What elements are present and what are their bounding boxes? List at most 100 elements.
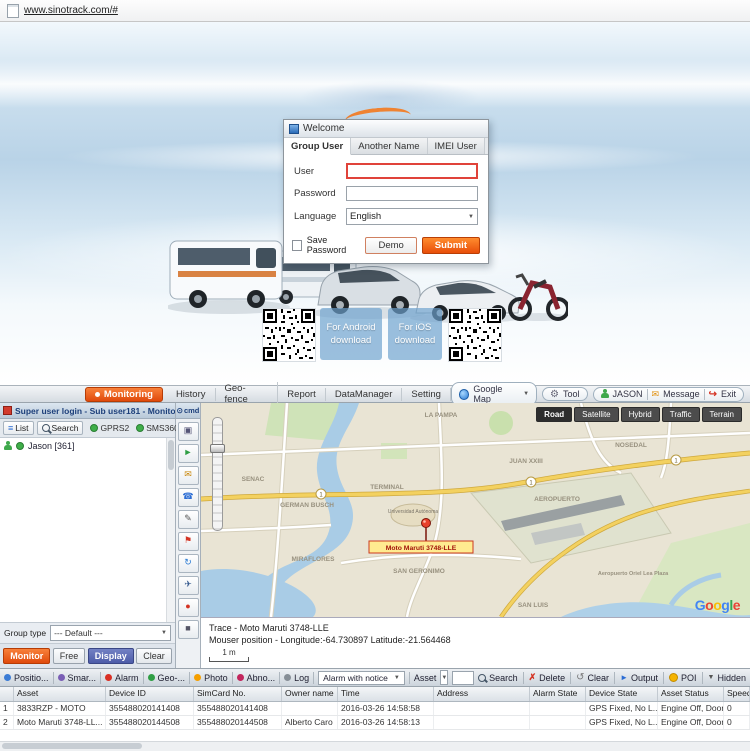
demo-button[interactable]: Demo	[365, 237, 416, 254]
exit-button[interactable]: Exit	[721, 389, 736, 399]
col-alarm-state[interactable]: Alarm State	[530, 687, 586, 701]
display-button[interactable]: Display	[88, 648, 134, 664]
map-canvas[interactable]: 1 1 1 LA PAMPA NOSEDAL JUAN XXIII SENAC …	[201, 403, 750, 618]
cmd-call-button[interactable]: ☎	[178, 488, 199, 507]
user-field[interactable]	[346, 163, 478, 179]
trace-line1: Trace - Moto Maruti 3748-LLE	[209, 622, 750, 634]
monitor-button[interactable]: Monitor	[3, 648, 50, 664]
horizontal-scrollbar-thumb[interactable]	[2, 743, 142, 749]
map-btn-hybrid[interactable]: Hybrid	[621, 407, 660, 422]
tab-alarm[interactable]: Alarm	[105, 673, 139, 683]
cmd-refresh-button[interactable]: ↻	[178, 554, 199, 573]
url-text[interactable]: www.sinotrack.com/#	[24, 5, 118, 16]
col-device-id[interactable]: Device ID	[106, 687, 194, 701]
gprs-status-icon	[90, 424, 98, 432]
tab-position[interactable]: Positio...	[4, 673, 49, 683]
cmd-flag-button[interactable]: ⚑	[178, 532, 199, 551]
cmd-stop-button[interactable]: ■	[178, 620, 199, 639]
alarm-icon	[105, 674, 112, 681]
zoom-slider-knob[interactable]	[210, 444, 225, 453]
alarm-notice-select[interactable]: Alarm with notice ▼	[318, 671, 405, 685]
dialog-title: Welcome	[303, 123, 345, 134]
trace-line2: Mouser position - Longitude:-64.730897 L…	[209, 634, 750, 646]
asset-filter-input[interactable]	[452, 671, 474, 685]
ios-download-button[interactable]: For iOS download	[388, 308, 442, 360]
output-button[interactable]: ►Output	[620, 673, 658, 683]
zoom-slider[interactable]	[212, 417, 223, 531]
asset-filter-select[interactable]: ▼	[440, 670, 448, 685]
tree-item-user[interactable]: Jason [361]	[0, 438, 175, 454]
tab-monitoring[interactable]: Monitoring	[85, 387, 163, 402]
map-btn-terrain[interactable]: Terrain	[702, 407, 742, 422]
delete-icon: ✗	[529, 672, 537, 683]
col-asset[interactable]: Asset	[14, 687, 106, 701]
divider	[704, 389, 705, 400]
group-type-select[interactable]: --- Default --- ▼	[50, 625, 171, 641]
tab-photo[interactable]: Photo	[194, 673, 228, 683]
col-num[interactable]	[0, 687, 14, 701]
col-address[interactable]: Address	[434, 687, 530, 701]
divider	[702, 672, 703, 684]
alarm-notice-value: Alarm with notice	[323, 673, 388, 683]
map-btn-traffic[interactable]: Traffic	[662, 407, 700, 422]
tab-setting[interactable]: Setting	[402, 388, 451, 401]
delete-button[interactable]: ✗Delete	[529, 672, 566, 683]
search-button[interactable]: Search	[478, 673, 518, 683]
poi-button[interactable]: POI	[669, 673, 697, 683]
table-row[interactable]: 1 3833RZP - MOTO 355488020141408 3554880…	[0, 702, 750, 716]
map-graphic: 1 1 1 LA PAMPA NOSEDAL JUAN XXIII SENAC …	[201, 403, 750, 617]
tab-another-name[interactable]: Another Name	[351, 138, 427, 154]
col-owner[interactable]: Owner name	[282, 687, 338, 701]
divider	[53, 672, 54, 684]
tab-log[interactable]: Log	[284, 673, 309, 683]
tab-imei-user[interactable]: IMEI User	[428, 138, 485, 154]
phone-icon: ☎	[182, 491, 193, 501]
tree-scrollbar-thumb[interactable]	[168, 440, 174, 470]
language-select[interactable]: English ▼	[346, 208, 478, 225]
message-button[interactable]: Message	[663, 389, 700, 399]
tab-datamanager[interactable]: DataManager	[326, 388, 403, 401]
tree-scrollbar[interactable]	[166, 438, 175, 622]
hidden-button[interactable]: ▼Hidden	[708, 673, 746, 683]
col-speed[interactable]: Speed(km/h)	[724, 687, 750, 701]
divider	[189, 672, 190, 684]
col-device-state[interactable]: Device State	[586, 687, 658, 701]
motorcycle	[510, 275, 568, 319]
free-button[interactable]: Free	[53, 648, 86, 664]
tool-button[interactable]: ⚙ Tool	[542, 387, 587, 401]
cmd-edit-button[interactable]: ✎	[178, 510, 199, 529]
search-tab[interactable]: Search	[37, 421, 84, 435]
asset-filter-label: Asset	[414, 673, 437, 683]
col-simcard[interactable]: SimCard No.	[194, 687, 282, 701]
col-asset-status[interactable]: Asset Status	[658, 687, 724, 701]
clear-button-toolbar[interactable]: ↺Clear	[576, 672, 609, 683]
sidebar-buttons: Monitor Free Display Clear	[0, 643, 175, 668]
password-field[interactable]	[346, 186, 478, 201]
cmd-title: cmd	[184, 406, 199, 415]
tab-abnormal[interactable]: Abno...	[237, 673, 276, 683]
submit-button[interactable]: Submit	[422, 237, 480, 254]
clear-button[interactable]: Clear	[136, 648, 172, 664]
capture-icon: ▣	[184, 425, 193, 435]
cmd-capture-button[interactable]: ▣	[178, 422, 199, 441]
list-tab[interactable]: ≡ List	[3, 421, 34, 435]
tab-monitoring-label: Monitoring	[104, 389, 153, 400]
tab-report[interactable]: Report	[278, 388, 326, 401]
map-btn-satellite[interactable]: Satellite	[574, 407, 618, 422]
cmd-locate-button[interactable]: ●	[178, 598, 199, 617]
cmd-track-button[interactable]: ✈	[178, 576, 199, 595]
chevron-down-icon: ▼	[523, 391, 529, 397]
hidden-icon: ▼	[708, 674, 715, 681]
col-time[interactable]: Time	[338, 687, 434, 701]
tab-geofence-list[interactable]: Geo-...	[148, 673, 186, 683]
cmd-send-button[interactable]: ►	[178, 444, 199, 463]
tab-history[interactable]: History	[167, 388, 216, 401]
table-row[interactable]: 2 Moto Maruti 3748-LL... 355488020144508…	[0, 716, 750, 730]
login-dialog-titlebar[interactable]: Welcome	[284, 120, 488, 138]
cmd-mail-button[interactable]: ✉	[178, 466, 199, 485]
map-btn-road[interactable]: Road	[536, 407, 572, 422]
android-download-button[interactable]: For Android download	[320, 308, 382, 360]
tab-group-user[interactable]: Group User	[284, 138, 351, 155]
tab-smart[interactable]: Smar...	[58, 673, 97, 683]
save-password-checkbox[interactable]	[292, 240, 302, 251]
